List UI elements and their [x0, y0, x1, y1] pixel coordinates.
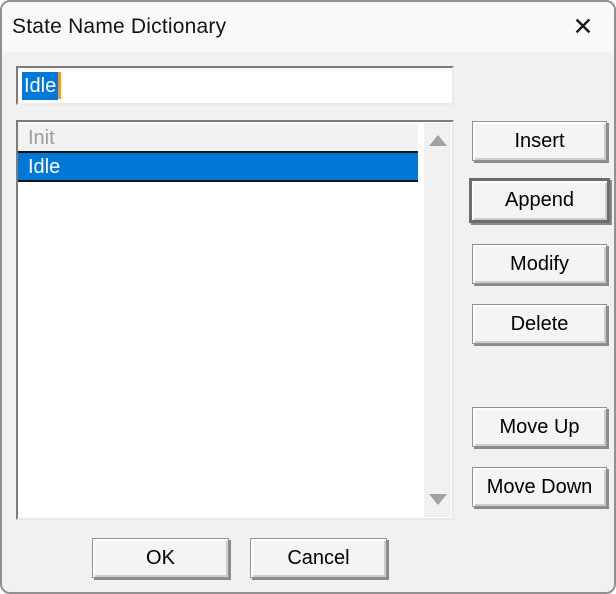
- input-selected-text: Idle: [22, 72, 58, 100]
- move-down-button[interactable]: Move Down: [472, 467, 607, 507]
- delete-button[interactable]: Delete: [472, 304, 607, 344]
- modify-button[interactable]: Modify: [472, 244, 607, 284]
- close-icon: ✕: [573, 15, 594, 40]
- ok-button[interactable]: OK: [92, 538, 229, 578]
- list-scrollbar[interactable]: [424, 123, 451, 517]
- list-rows: Init Idle: [18, 124, 418, 182]
- cancel-button[interactable]: Cancel: [250, 538, 387, 578]
- scroll-down-icon[interactable]: [429, 494, 447, 505]
- state-name-dictionary-dialog: State Name Dictionary ✕ Idle Init Idle I…: [0, 0, 616, 594]
- scroll-up-icon[interactable]: [429, 135, 447, 146]
- state-name-list[interactable]: Init Idle: [16, 120, 454, 520]
- state-name-input[interactable]: Idle: [16, 66, 454, 105]
- text-caret: [58, 72, 61, 99]
- close-button[interactable]: ✕: [560, 5, 606, 49]
- list-item-init[interactable]: Init: [18, 124, 418, 153]
- list-item-label: Idle: [28, 156, 60, 178]
- titlebar: State Name Dictionary ✕: [2, 2, 614, 52]
- list-item-label: Init: [28, 127, 55, 149]
- insert-button[interactable]: Insert: [472, 121, 607, 161]
- append-button[interactable]: Append: [469, 178, 610, 223]
- move-up-button[interactable]: Move Up: [472, 407, 607, 447]
- window-title: State Name Dictionary: [2, 15, 226, 39]
- list-item-idle[interactable]: Idle: [18, 153, 418, 182]
